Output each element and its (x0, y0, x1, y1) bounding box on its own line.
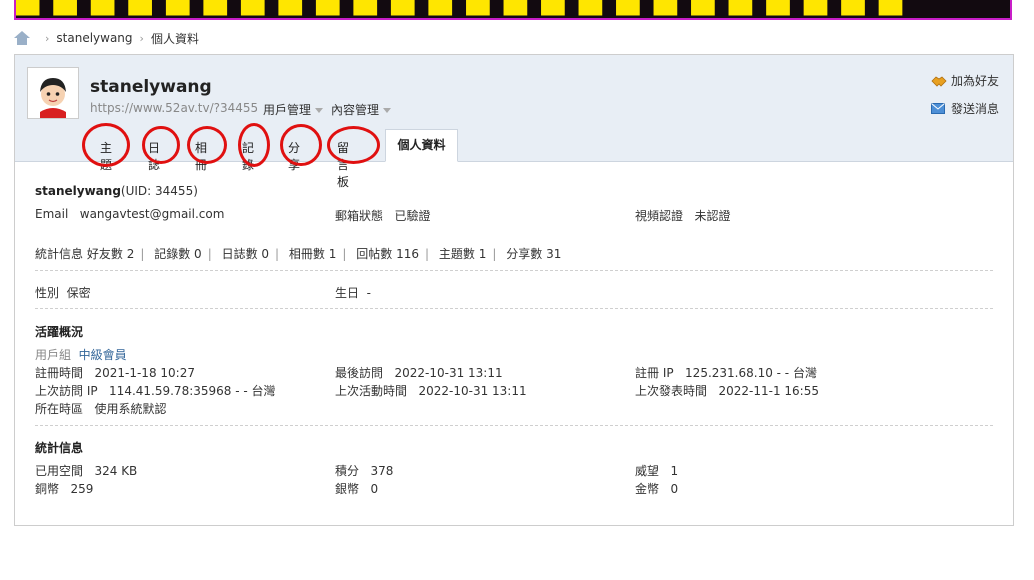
usergroup-link[interactable]: 中級會員 (79, 348, 127, 362)
annotation-circle (142, 126, 180, 164)
top-banner: █ █ █ █ █ █ █ █ █ █ █ █ █ █ █ █ █ █ █ █ … (14, 0, 1012, 20)
content-management-label: 內容管理 (331, 103, 380, 117)
send-message-button[interactable]: 發送消息 (931, 100, 999, 117)
gender-row: 性別 保密 (35, 284, 91, 301)
gender-value: 保密 (66, 286, 91, 300)
avatar[interactable] (27, 67, 79, 119)
stat-records[interactable]: 記錄數 0 (154, 247, 201, 261)
birthday-label: 生日 (335, 286, 360, 300)
envelope-icon (931, 103, 945, 114)
space-row: 已用空間 324 KB (35, 464, 138, 478)
add-friend-button[interactable]: 加為好友 (931, 72, 999, 89)
profile-url[interactable]: https://www.52av.tv/?34455 (90, 101, 258, 115)
banner-text: █ █ █ █ █ █ █ █ █ █ █ █ █ █ █ █ █ █ █ █ … (16, 0, 904, 14)
stat-topics[interactable]: 主題數 1 (439, 247, 486, 261)
home-icon[interactable] (14, 31, 30, 45)
email-value: wangavtest@gmail.com (79, 207, 225, 221)
breadcrumb-separator: › (139, 31, 144, 45)
copper-row: 銅幣 259 (35, 482, 94, 496)
video-status-label: 視頻認證 (635, 209, 684, 223)
last-visit-row: 最後訪問 2022-10-31 13:11 (335, 366, 503, 380)
last-active-row: 上次活動時間 2022-10-31 13:11 (335, 384, 527, 398)
divider (35, 270, 993, 271)
statistics-title: 統計信息 (35, 441, 84, 455)
profile-header: stanelywang https://www.52av.tv/?34455 用… (15, 55, 1013, 189)
user-management-label: 用戶管理 (263, 103, 312, 117)
annotation-circle (82, 123, 130, 167)
divider (35, 425, 993, 426)
timezone-row: 所在時區 使用系統默認 (35, 402, 167, 416)
gender-label: 性別 (35, 286, 60, 300)
stat-replies[interactable]: 回帖數 116 (356, 247, 419, 261)
points-row: 積分 378 (335, 464, 394, 478)
add-friend-label: 加為好友 (951, 74, 1000, 88)
tab-profile[interactable]: 個人資料 (385, 129, 458, 162)
reg-time-row: 註冊時間 2021-1-18 10:27 (35, 366, 195, 380)
profile-uid: (UID: 34455) (120, 184, 198, 198)
annotation-circle (327, 126, 380, 164)
mail-status-value: 已驗證 (394, 209, 431, 223)
send-message-label: 發送消息 (951, 102, 1000, 116)
silver-row: 銀幣 0 (335, 482, 379, 496)
breadcrumb: › stanelywang › 個人資料 (14, 30, 199, 46)
chevron-down-icon (383, 108, 392, 113)
mail-status-row: 郵箱狀態 已驗證 (335, 207, 430, 224)
content-management-menu[interactable]: 內容管理 (331, 101, 392, 118)
usergroup-row: 用戶組 中級會員 (35, 346, 127, 363)
profile-name: stanelywang (35, 184, 121, 198)
stat-albums[interactable]: 相冊數 1 (289, 247, 336, 261)
last-post-row: 上次發表時間 2022-11-1 16:55 (635, 384, 819, 398)
last-ip-row: 上次訪問 IP 114.41.59.78:35968 - - 台灣 (35, 384, 276, 398)
profile-name-line: stanelywang(UID: 34455) (35, 184, 198, 198)
stats-row: 統計信息 好友數 2 | 記錄數 0 | 日誌數 0 | 相冊數 1 | 回帖數 116… (35, 247, 562, 261)
avatar-image (28, 68, 78, 118)
activity-title: 活躍概況 (35, 325, 84, 339)
stat-shares[interactable]: 分享數 31 (506, 247, 561, 261)
annotation-circle (238, 123, 270, 167)
birthday-value: - (366, 286, 371, 300)
gold-row: 金幣 0 (635, 482, 679, 496)
annotation-circle (280, 124, 322, 166)
profile-username[interactable]: stanelywang (90, 77, 212, 97)
video-status-value: 未認證 (694, 209, 731, 223)
reg-ip-row: 註冊 IP 125.231.68.10 - - 台灣 (635, 366, 817, 380)
stat-friends[interactable]: 好友數 2 (87, 247, 134, 261)
birthday-row: 生日 - (335, 284, 371, 301)
breadcrumb-current: 個人資料 (150, 31, 199, 46)
stat-blogs[interactable]: 日誌數 0 (222, 247, 269, 261)
handshake-icon (931, 75, 947, 87)
breadcrumb-separator: › (45, 31, 50, 45)
stats-label: 統計信息 (35, 247, 84, 261)
user-management-menu[interactable]: 用戶管理 (263, 101, 324, 118)
email-label: Email (35, 207, 69, 221)
profile-card: stanelywang https://www.52av.tv/?34455 用… (14, 54, 1014, 526)
email-row: Email wangavtest@gmail.com (35, 207, 224, 221)
mail-status-label: 郵箱狀態 (335, 209, 384, 223)
usergroup-label: 用戶組 (35, 348, 72, 362)
divider (35, 308, 993, 309)
breadcrumb-user[interactable]: stanelywang (56, 31, 132, 45)
video-status-row: 視頻認證 未認證 (635, 207, 730, 224)
annotation-circle (187, 126, 227, 164)
chevron-down-icon (315, 108, 324, 113)
prestige-row: 威望 1 (635, 464, 679, 478)
